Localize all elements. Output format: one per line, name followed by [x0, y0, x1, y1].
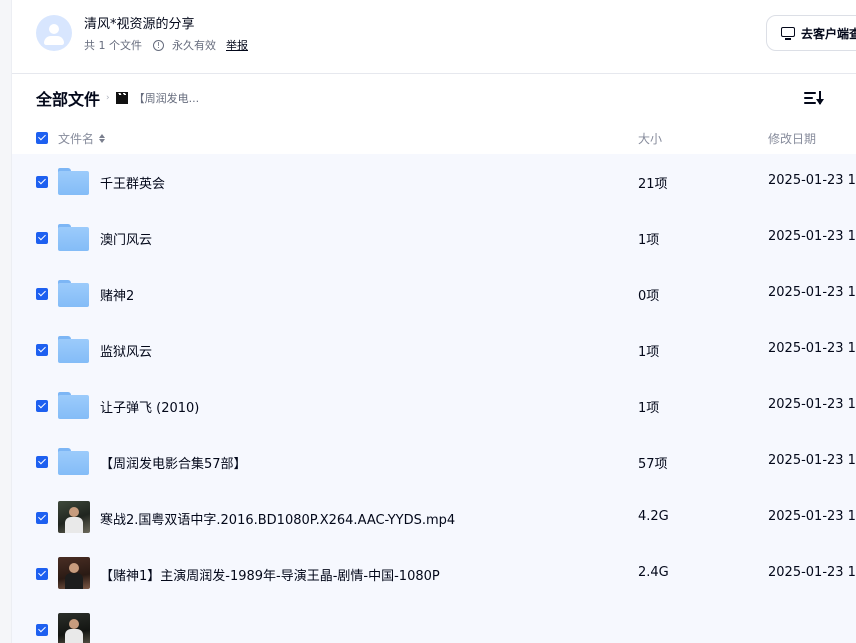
- file-date: 2025-01-23 1: [768, 509, 856, 524]
- file-name[interactable]: 【赌神1】主演周润发-1989年-导演王晶-剧情-中国-1080P: [100, 565, 440, 584]
- video-thumbnail: [58, 557, 90, 589]
- file-name[interactable]: 【周润发电影合集57部】: [100, 453, 247, 472]
- row-checkbox[interactable]: [36, 568, 48, 580]
- row-checkbox[interactable]: [36, 624, 48, 636]
- row-checkbox[interactable]: [36, 400, 48, 412]
- folder-icon: [58, 224, 89, 251]
- file-row[interactable]: 澳门风云 1项 2025-01-23 1: [12, 210, 856, 266]
- row-checkbox[interactable]: [36, 176, 48, 188]
- left-rail: [0, 0, 12, 643]
- file-size: 1项: [638, 401, 660, 416]
- file-size: 1项: [638, 345, 660, 360]
- clapperboard-icon: [115, 92, 128, 104]
- file-row[interactable]: 监狱风云 1项 2025-01-23 1: [12, 322, 856, 378]
- info-circle-icon[interactable]: !: [153, 39, 164, 51]
- open-in-client-button[interactable]: 去客户端查: [766, 15, 856, 51]
- breadcrumb: 全部文件 › 【周润发电...: [36, 87, 199, 109]
- report-link[interactable]: 举报: [226, 37, 248, 53]
- file-size: 0项: [638, 289, 660, 304]
- video-thumbnail: [58, 613, 90, 643]
- column-date-header: 修改日期: [768, 132, 817, 146]
- column-name-label: 文件名: [58, 132, 95, 146]
- row-checkbox[interactable]: [36, 512, 48, 524]
- file-date: 2025-01-23 1: [768, 173, 856, 188]
- sort-toggle-icon[interactable]: [99, 134, 106, 143]
- folder-icon: [58, 448, 89, 475]
- row-checkbox[interactable]: [36, 456, 48, 468]
- share-title: 清风*视资源的分享: [84, 17, 195, 32]
- share-header: 清风*视资源的分享 共 1 个文件 ! 永久有效 举报 去客户端查: [12, 0, 856, 74]
- breadcrumb-root[interactable]: 全部文件: [36, 86, 100, 110]
- file-name[interactable]: 赌神2: [100, 285, 134, 304]
- file-list: 千王群英会 21项 2025-01-23 1 澳门风云 1项 2025-01-2…: [12, 154, 856, 643]
- open-in-client-label: 去客户端查: [801, 26, 856, 41]
- file-row[interactable]: 让子弹飞 (2010) 1项 2025-01-23 1: [12, 378, 856, 434]
- file-row[interactable]: 赌神2 0项 2025-01-23 1: [12, 266, 856, 322]
- column-name-header[interactable]: 文件名: [58, 130, 106, 147]
- file-row[interactable]: 【周润发电影合集57部】 57项 2025-01-23 1: [12, 434, 856, 490]
- row-checkbox[interactable]: [36, 344, 48, 356]
- breadcrumb-current[interactable]: 【周润发电...: [134, 90, 200, 106]
- file-row[interactable]: 千王群英会 21项 2025-01-23 1: [12, 154, 856, 210]
- file-size: 1项: [638, 233, 660, 248]
- file-date: 2025-01-23 1: [768, 285, 856, 300]
- row-checkbox[interactable]: [36, 232, 48, 244]
- breadcrumb-separator: ›: [106, 93, 110, 103]
- file-name[interactable]: 千王群英会: [100, 173, 165, 192]
- file-row[interactable]: 寒战2.国粤双语中字.2016.BD1080P.X264.AAC-YYDS.mp…: [12, 490, 856, 546]
- video-thumbnail: [58, 501, 90, 533]
- file-name[interactable]: 让子弹飞 (2010): [100, 397, 199, 416]
- file-row[interactable]: [12, 602, 856, 643]
- user-avatar-icon: [36, 15, 72, 51]
- file-date: 2025-01-23 1: [768, 341, 856, 356]
- file-date: 2025-01-23 1: [768, 453, 856, 468]
- folder-icon: [58, 280, 89, 307]
- row-checkbox[interactable]: [36, 288, 48, 300]
- file-count: 共 1 个文件: [84, 39, 142, 52]
- list-header: 文件名 大小 修改日期: [12, 122, 856, 154]
- monitor-icon: [781, 27, 795, 40]
- folder-icon: [58, 392, 89, 419]
- share-meta: 共 1 个文件 ! 永久有效 举报: [84, 37, 248, 53]
- file-row[interactable]: 【赌神1】主演周润发-1989年-导演王晶-剧情-中国-1080P 2.4G 2…: [12, 546, 856, 602]
- file-size: 57项: [638, 457, 668, 472]
- column-size-header: 大小: [638, 132, 663, 146]
- folder-icon: [58, 168, 89, 195]
- file-name[interactable]: 澳门风云: [100, 229, 152, 248]
- file-size: 2.4G: [638, 565, 669, 580]
- folder-icon: [58, 336, 89, 363]
- sort-list-icon[interactable]: [804, 90, 824, 106]
- file-date: 2025-01-23 1: [768, 229, 856, 244]
- file-name[interactable]: 监狱风云: [100, 341, 152, 360]
- file-size: 21项: [638, 177, 668, 192]
- file-name[interactable]: 寒战2.国粤双语中字.2016.BD1080P.X264.AAC-YYDS.mp…: [100, 509, 455, 528]
- select-all-checkbox[interactable]: [36, 132, 48, 144]
- validity-text: 永久有效: [172, 39, 216, 52]
- file-date: 2025-01-23 1: [768, 565, 856, 580]
- file-size: 4.2G: [638, 509, 669, 524]
- file-date: 2025-01-23 1: [768, 397, 856, 412]
